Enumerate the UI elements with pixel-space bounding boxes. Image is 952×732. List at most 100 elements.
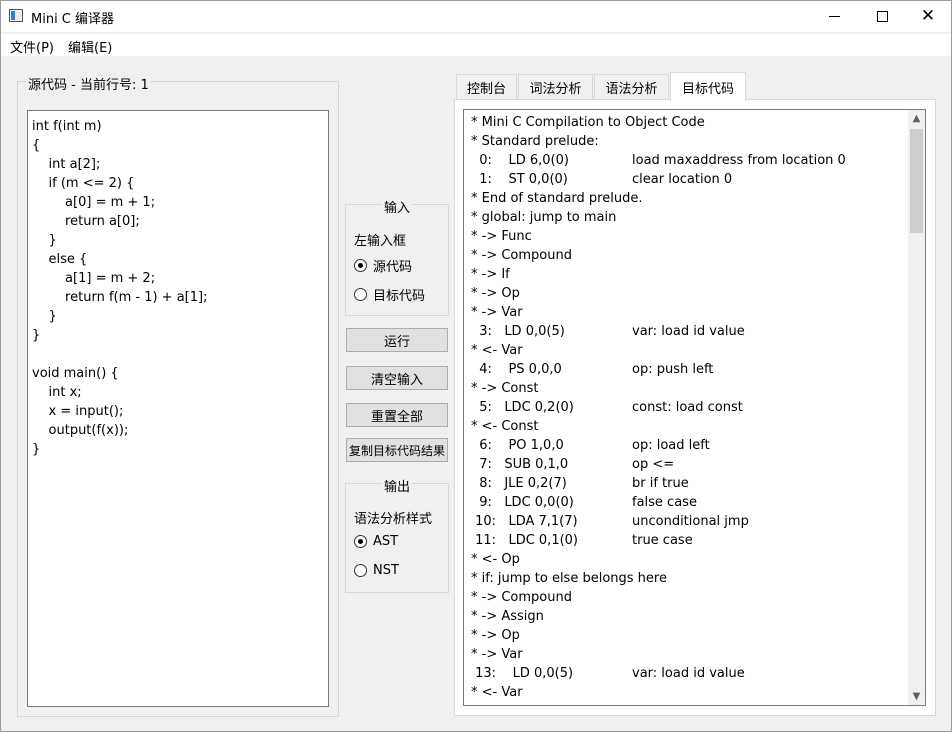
scroll-thumb[interactable] — [910, 129, 923, 233]
radio-ast[interactable]: AST — [354, 534, 398, 549]
scroll-up-icon[interactable]: ▲ — [908, 110, 925, 127]
output-line: 6: PO 1,0,0 op: load left — [471, 438, 901, 457]
reset-all-button[interactable]: 重置全部 — [346, 403, 448, 427]
radio-source-code-label: 源代码 — [373, 260, 413, 275]
tab-syntax[interactable]: 语法分析 — [594, 74, 669, 100]
output-line: * global: jump to main — [471, 210, 901, 229]
output-line-code: * -> Op — [471, 628, 520, 643]
target-code-output[interactable]: * Mini C Compilation to Object Code * Sta… — [463, 109, 926, 706]
parse-style-label: 语法分析样式 — [354, 512, 433, 527]
output-line-code: * if: jump to else belongs here — [471, 571, 667, 586]
output-line-code: * <- Const — [471, 419, 539, 434]
title-bar[interactable]: Mini C 编译器 ✕ — [1, 1, 951, 32]
radio-unchecked-icon — [354, 564, 367, 577]
app-icon — [9, 9, 23, 22]
output-line-code: * -> Const — [471, 381, 539, 396]
output-line: 13: LD 0,0(5) var: load id value — [471, 666, 901, 685]
output-line: 3: LD 0,0(5) var: load id value — [471, 324, 901, 343]
radio-target-code[interactable]: 目标代码 — [354, 285, 425, 304]
output-line-code: * -> Assign — [471, 609, 544, 624]
menu-edit[interactable]: 编辑(E) — [68, 37, 112, 56]
copy-result-button[interactable]: 复制目标代码结果 — [346, 438, 448, 462]
output-line-code: 4: PS 0,0,0 — [471, 362, 562, 377]
scroll-down-icon[interactable]: ▼ — [908, 688, 925, 705]
output-line-code: 13: LD 0,0(5) — [471, 666, 574, 681]
output-line: * -> Compound — [471, 590, 901, 609]
output-line-comment: false case — [632, 495, 697, 510]
output-line-comment: const: load const — [632, 400, 743, 415]
radio-nst-label: NST — [373, 563, 399, 578]
output-group-title: 输出 — [382, 476, 413, 495]
output-line-code: * Mini C Compilation to Object Code — [471, 115, 705, 130]
output-line: 10: LDA 7,1(7) unconditional jmp — [471, 514, 901, 533]
radio-unchecked-icon — [354, 288, 367, 301]
output-line-code: 10: LDA 7,1(7) — [471, 514, 578, 529]
output-line-code: * -> Var — [471, 647, 523, 662]
output-line: 0: LD 6,0(0) load maxaddress from locatio… — [471, 153, 901, 172]
output-line-code: 7: SUB 0,1,0 — [471, 457, 569, 472]
run-button[interactable]: 运行 — [346, 328, 448, 352]
output-line: * -> Compound — [471, 248, 901, 267]
output-line-code: * Standard prelude: — [471, 134, 599, 149]
output-line: * -> Assign — [471, 609, 901, 628]
output-line: 9: LDC 0,0(0) false case — [471, 495, 901, 514]
output-line: * if: jump to else belongs here — [471, 571, 901, 590]
window-title: Mini C 编译器 — [31, 12, 115, 27]
output-line-code: * <- Op — [471, 552, 520, 567]
output-line: 1: ST 0,0(0) clear location 0 — [471, 172, 901, 191]
output-line: * -> Op — [471, 286, 901, 305]
output-line: 4: PS 0,0,0 op: push left — [471, 362, 901, 381]
close-button[interactable]: ✕ — [905, 1, 951, 32]
output-line-code: 8: JLE 0,2(7) — [471, 476, 567, 491]
menu-file[interactable]: 文件(P) — [10, 37, 54, 56]
output-line-code: 9: LDC 0,0(0) — [471, 495, 574, 510]
output-line-code: 6: PO 1,0,0 — [471, 438, 564, 453]
tab-target-code[interactable]: 目标代码 — [670, 72, 746, 101]
output-line: 5: LDC 0,2(0) const: load const — [471, 400, 901, 419]
output-line-code: 0: LD 6,0(0) — [471, 153, 569, 168]
output-line-comment: op: push left — [632, 362, 714, 377]
output-line-comment: op: load left — [632, 438, 710, 453]
output-line: * -> Op — [471, 628, 901, 647]
left-input-label: 左输入框 — [354, 234, 407, 249]
radio-source-code[interactable]: 源代码 — [354, 256, 412, 275]
output-line-comment: br if true — [632, 476, 689, 491]
output-line: * -> Var — [471, 647, 901, 666]
radio-nst[interactable]: NST — [354, 563, 399, 578]
output-line: 7: SUB 0,1,0 op <= — [471, 457, 901, 476]
output-line-code: * -> Func — [471, 229, 532, 244]
main-window: Mini C 编译器 ✕ 文件(P) 编辑(E) 源代码 - 当前行号: 1 i… — [0, 0, 952, 732]
menu-bar: 文件(P) 编辑(E) — [1, 34, 951, 56]
source-code-editor[interactable]: int f(int m) { int a[2]; if (m <= 2) { a… — [27, 110, 329, 707]
vertical-scrollbar[interactable]: ▲ ▼ — [908, 110, 925, 705]
output-line-code: * End of standard prelude. — [471, 191, 643, 206]
output-line: * -> Func — [471, 229, 901, 248]
output-line-code: 11: LDC 0,1(0) — [471, 533, 579, 548]
output-line-code: * <- Var — [471, 685, 523, 700]
output-line-code: * <- Var — [471, 343, 523, 358]
radio-ast-label: AST — [373, 534, 399, 549]
output-line-code: * -> Op — [471, 286, 520, 301]
maximize-icon — [876, 11, 888, 22]
input-group-title: 输入 — [382, 197, 413, 216]
output-line-comment: var: load id value — [632, 666, 745, 681]
clear-input-button[interactable]: 清空输入 — [346, 366, 448, 390]
tab-console[interactable]: 控制台 — [456, 74, 517, 100]
output-line-code: * -> If — [471, 267, 510, 282]
output-line: * -> Const — [471, 381, 901, 400]
output-line: * Standard prelude: — [471, 134, 901, 153]
output-line-code: * -> Compound — [471, 248, 572, 263]
tab-lexical[interactable]: 词法分析 — [518, 74, 593, 100]
minimize-button[interactable] — [811, 1, 857, 32]
output-line: * -> If — [471, 267, 901, 286]
output-line: * Mini C Compilation to Object Code — [471, 115, 901, 134]
output-line: * <- Var — [471, 343, 901, 362]
output-line-comment: clear location 0 — [632, 172, 733, 187]
output-line-comment: load maxaddress from location 0 — [632, 153, 846, 168]
output-line-code: * -> Compound — [471, 590, 572, 605]
output-line-code: 1: ST 0,0(0) — [471, 172, 568, 187]
output-line-code: * -> Var — [471, 305, 523, 320]
maximize-button[interactable] — [859, 1, 905, 32]
minimize-icon — [828, 16, 840, 17]
output-line: * <- Const — [471, 419, 901, 438]
